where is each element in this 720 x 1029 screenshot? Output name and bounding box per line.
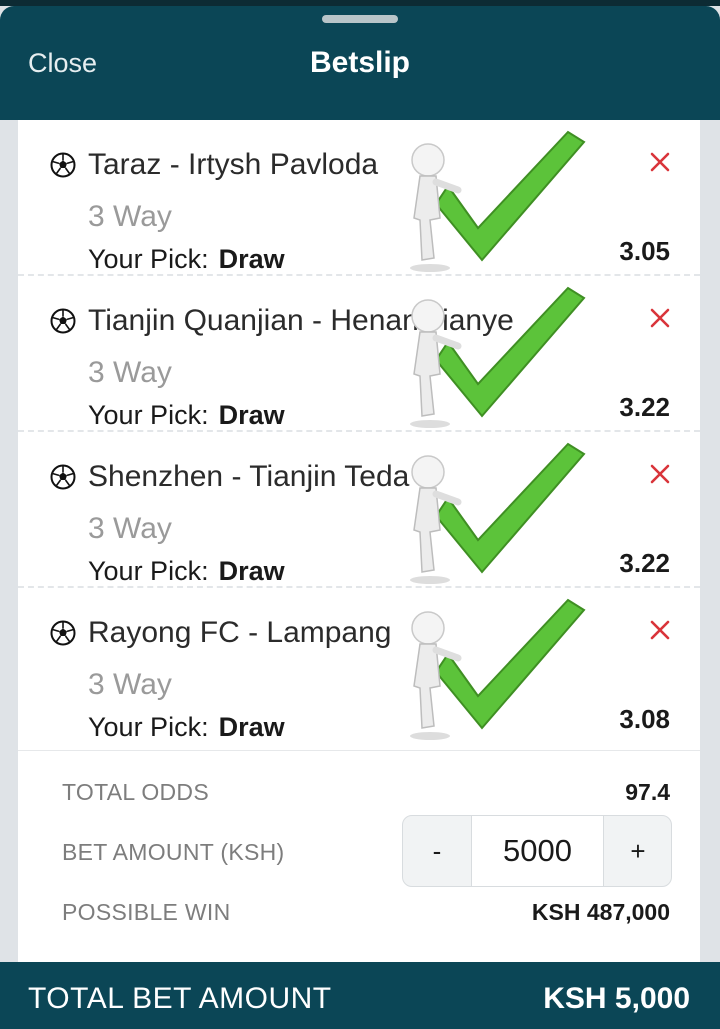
total-bet-bar[interactable]: TOTAL BET AMOUNT KSH 5,000 [0,962,720,1029]
page-title: Betslip [309,46,411,79]
pick-label: Your Pick: [88,244,209,274]
bet-amount-label: BET AMOUNT (KSH) [62,839,285,865]
checkmark-figure-sticker [410,130,586,272]
bet-list: Taraz - Irtysh Pavloda 3 Way Your Pick: D… [18,120,700,962]
bet-amount-stepper: - + [402,815,672,887]
pick-value: Draw [218,712,285,742]
match-name: Rayong FC - Lampang [88,616,392,649]
bet-item: Rayong FC - Lampang 3 Way Your Pick: Draw… [18,588,700,744]
bet-item: Shenzhen - Tianjin Teda 3 Way Your Pick:… [18,432,700,588]
checkmark-figure-sticker [410,598,586,740]
bet-summary: TOTAL ODDS 97.4 BET AMOUNT (KSH) - + POS… [18,750,700,962]
total-bet-label: TOTAL BET AMOUNT [28,982,332,1015]
betslip-header: Close Betslip [0,6,720,120]
close-x-icon[interactable] [648,306,672,330]
possible-win-label: POSSIBLE WIN [62,899,231,925]
bet-odds: 3.08 [619,704,670,734]
pick-value: Draw [218,400,285,430]
bet-odds: 3.22 [619,392,670,422]
close-x-icon[interactable] [648,618,672,642]
checkmark-figure-sticker [410,442,586,584]
match-name: Shenzhen - Tianjin Teda [88,460,410,493]
total-odds-value: 97.4 [625,779,670,805]
your-pick: Your Pick: Draw [88,400,285,431]
bet-odds: 3.05 [619,236,670,266]
pick-value: Draw [218,244,285,274]
soccer-ball-icon [50,152,76,178]
total-bet-value: KSH 5,000 [543,982,690,1015]
pick-value: Draw [218,556,285,586]
your-pick: Your Pick: Draw [88,556,285,587]
market-type: 3 Way [88,512,172,545]
your-pick: Your Pick: Draw [88,712,285,743]
pick-label: Your Pick: [88,556,209,586]
bet-item: Tianjin Quanjian - Henan Jianye 3 Way Yo… [18,276,700,432]
pick-label: Your Pick: [88,400,209,430]
bet-amount-input[interactable] [471,816,604,886]
soccer-ball-icon [50,620,76,646]
close-x-icon[interactable] [648,462,672,486]
market-type: 3 Way [88,200,172,233]
your-pick: Your Pick: Draw [88,244,285,275]
pick-label: Your Pick: [88,712,209,742]
soccer-ball-icon [50,308,76,334]
drag-handle[interactable] [322,15,398,23]
close-x-icon[interactable] [648,150,672,174]
bet-item: Taraz - Irtysh Pavloda 3 Way Your Pick: D… [18,120,700,276]
match-name: Taraz - Irtysh Pavloda [88,148,379,181]
soccer-ball-icon [50,464,76,490]
increase-button[interactable]: + [604,816,671,886]
market-type: 3 Way [88,356,172,389]
checkmark-figure-sticker [410,286,586,428]
possible-win-value: KSH 487,000 [531,899,670,925]
decrease-button[interactable]: - [403,816,471,886]
market-type: 3 Way [88,668,172,701]
bet-odds: 3.22 [619,548,670,578]
total-odds-label: TOTAL ODDS [62,779,209,805]
